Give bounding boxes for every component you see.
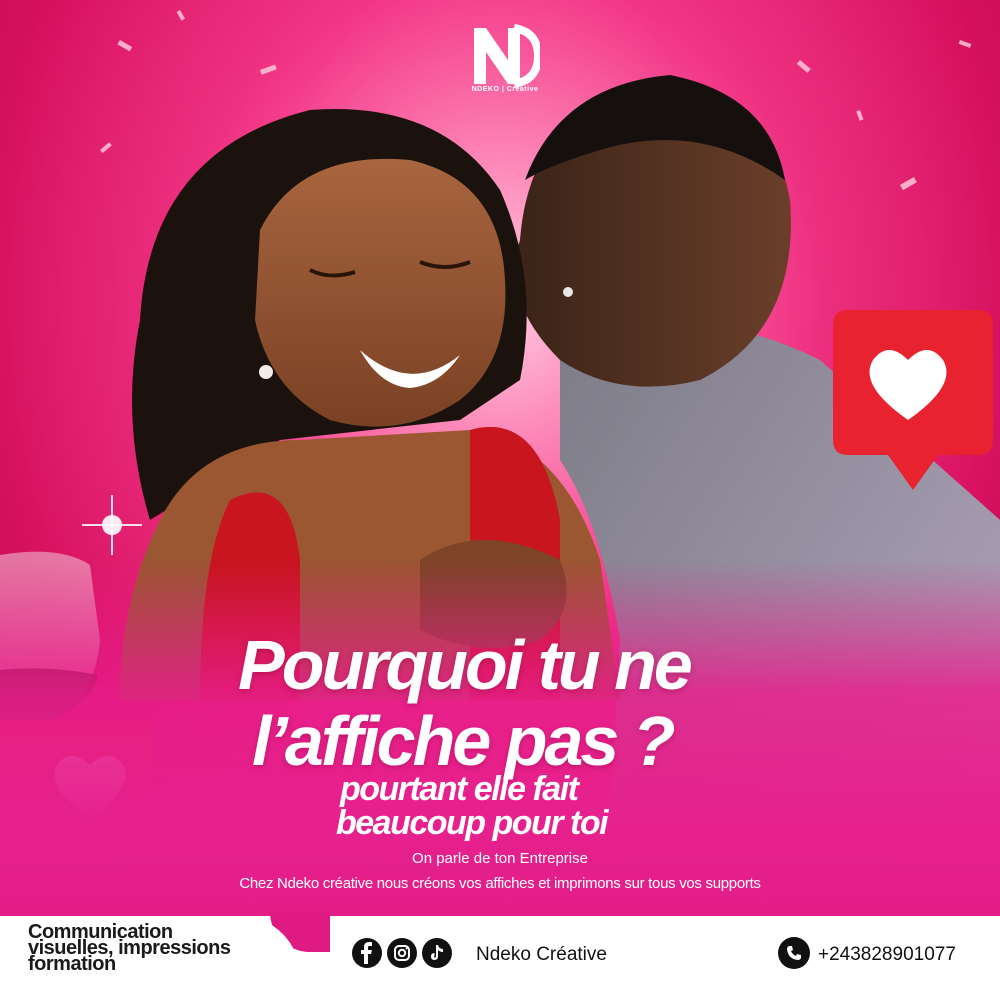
poster: NDEKO | Créative Pourquoi tu ne l’affich… <box>0 0 1000 1000</box>
phone-icon[interactable] <box>778 937 810 969</box>
phone-number[interactable]: +243828901077 <box>818 944 956 966</box>
footer-services: Communication visuelles, impressions for… <box>0 916 300 1000</box>
tagline-1: On parle de ton Entreprise <box>412 850 588 867</box>
subheadline-line-1: pourtant elle fait <box>340 770 579 808</box>
subheadline-line-2: beaucoup pour toi <box>336 804 609 842</box>
facebook-icon[interactable] <box>352 938 382 968</box>
brand-name: Ndeko Créative <box>476 944 607 965</box>
heart-bubble-right <box>833 310 993 490</box>
logo-subtitle: NDEKO | Créative <box>471 86 539 93</box>
tiktok-icon[interactable] <box>422 938 452 968</box>
headline-line-1: Pourquoi tu ne <box>238 626 693 704</box>
instagram-icon[interactable] <box>387 938 417 968</box>
tagline-2: Chez Ndeko créative nous créons vos affi… <box>239 875 761 892</box>
headline-line-2: l’affiche pas ? <box>252 702 676 780</box>
